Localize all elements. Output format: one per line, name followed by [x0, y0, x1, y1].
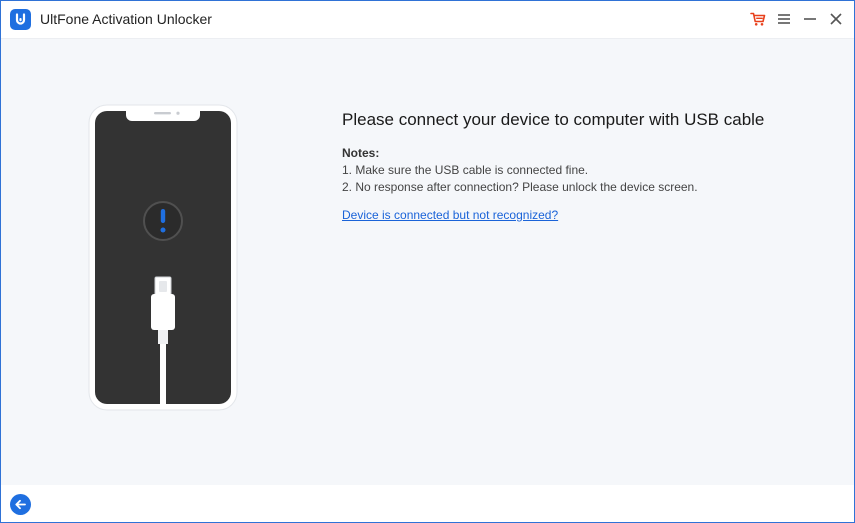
close-button[interactable] [827, 10, 845, 28]
app-window: UltFone Activation Unlocker Please conne… [0, 0, 855, 523]
phone-icon [88, 104, 238, 411]
instructions-panel: Please connect your device to computer w… [342, 109, 822, 224]
notes-title: Notes: [342, 146, 380, 160]
device-not-recognized-link[interactable]: Device is connected but not recognized? [342, 208, 558, 223]
menu-icon [778, 14, 790, 24]
note-item: 1. Make sure the USB cable is connected … [342, 163, 589, 177]
footer-bar [1, 485, 854, 522]
close-icon [830, 13, 842, 25]
cart-icon [750, 12, 766, 26]
page-title: Please connect your device to computer w… [342, 110, 765, 129]
minimize-icon [804, 18, 816, 20]
minimize-button[interactable] [801, 10, 819, 28]
cart-button[interactable] [749, 10, 767, 28]
back-button[interactable] [10, 494, 31, 515]
exclamation-icon [143, 201, 183, 241]
back-arrow-icon [10, 494, 31, 515]
menu-button[interactable] [775, 10, 793, 28]
app-title: UltFone Activation Unlocker [40, 11, 212, 27]
note-item: 2. No response after connection? Please … [342, 180, 698, 194]
main-content: Please connect your device to computer w… [1, 39, 854, 485]
ultfone-logo-icon [10, 9, 31, 30]
title-bar: UltFone Activation Unlocker [1, 1, 854, 39]
